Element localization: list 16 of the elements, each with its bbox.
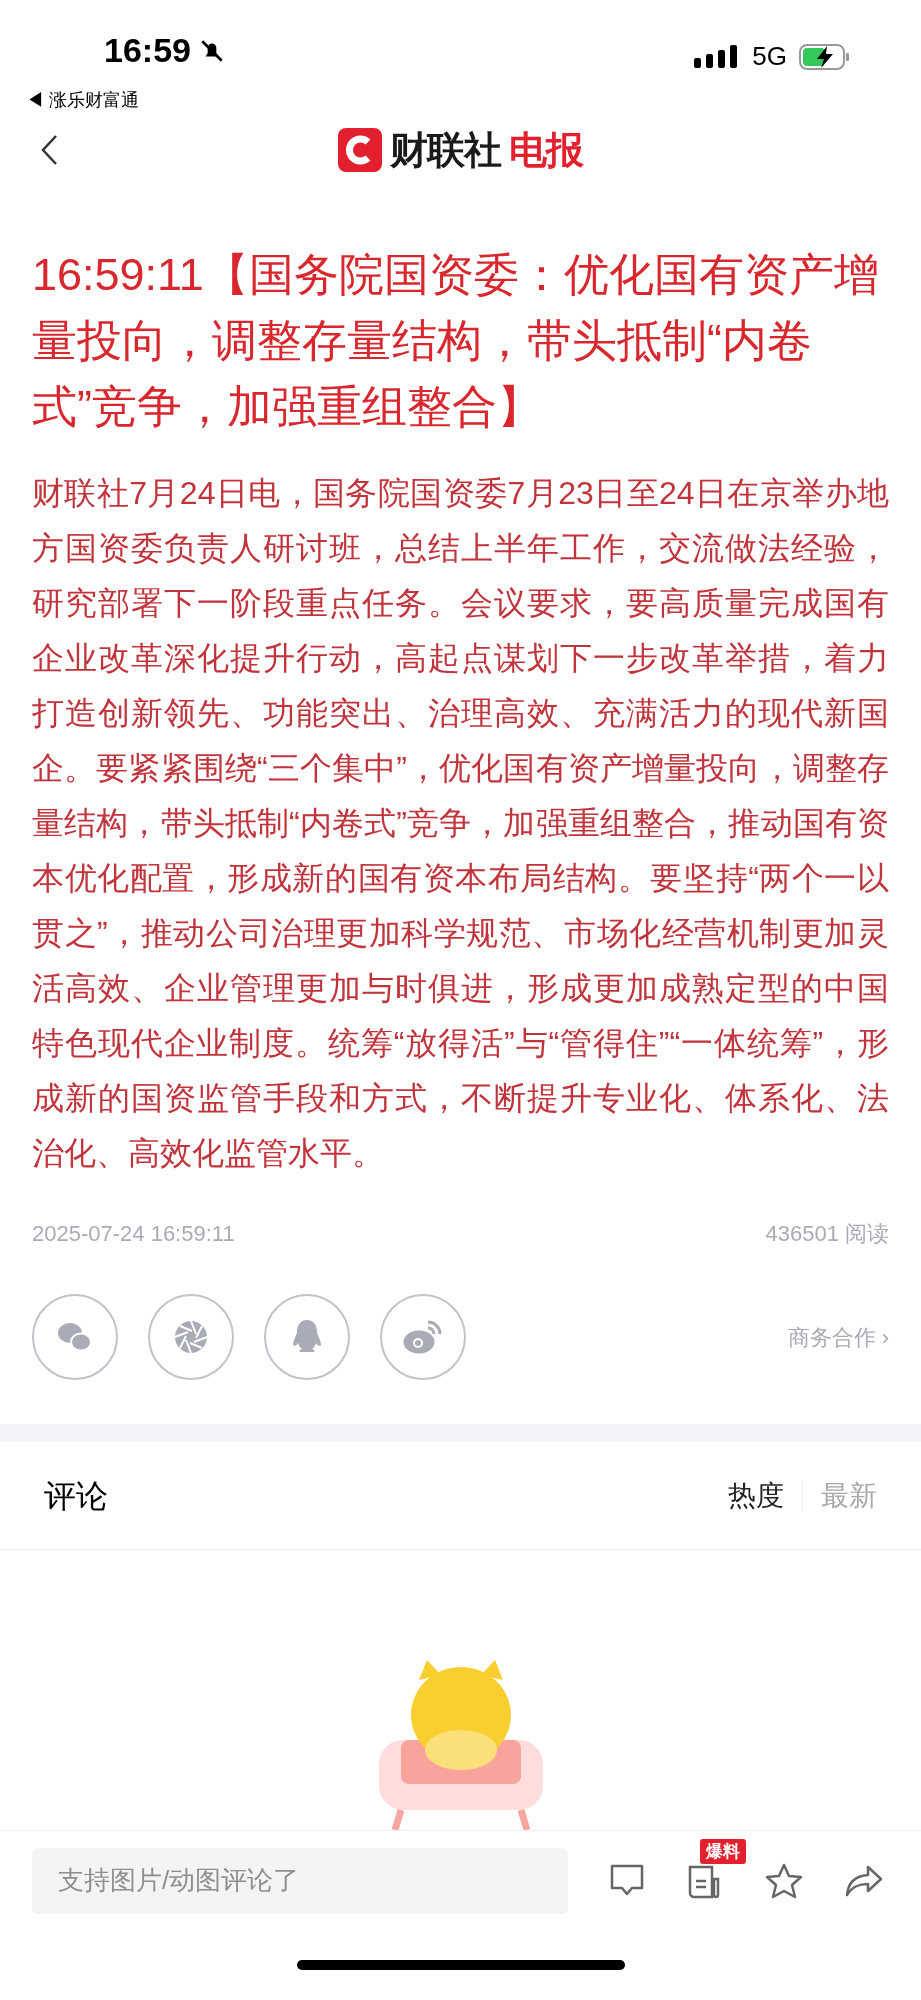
star-icon[interactable] xyxy=(764,1861,804,1900)
battery-charging-icon xyxy=(799,42,851,71)
read-count: 436501 阅读 xyxy=(765,1220,889,1248)
comments-title: 评论 xyxy=(44,1476,108,1516)
publish-date: 2025-07-24 16:59:11 xyxy=(32,1220,235,1248)
comment-input[interactable]: 支持图片/动图评论了 xyxy=(32,1847,568,1914)
network-label: 5G xyxy=(752,40,787,73)
headline: 16:59:11【国务院国资委：优化国有资产增量投向，调整存量结构，带头抵制“内卷式”竞争，加强重组整合】 xyxy=(32,248,880,434)
status-time: 16:59 xyxy=(104,30,191,71)
back-to-app-link[interactable]: ◀ 涨乐财富通 xyxy=(26,86,139,114)
article-body: 财联社7月24日电，国务院国资委7月23日至24日在京举办地方国资委负责人研讨班，总结上半年工作，交流做法经验，研究部署下一阶段重点任务。会议要求，要高质量完成国有企业改革深化提升行动，高起点谋划下一步改革举措，着力打造创新领先、功能突出、治理高效、充满活力的现代新国企。要紧紧围绕“三个集中”，优化国有资产增量投向，调整存量结构，带头抵制“内卷式”竞争，加强重组整合，推动国有资本优化配置，形成新的国有资本布局结构。要坚持“两个一以贯之”，推动公司治理更加科学规范、市场化经营机制更加灵活高效、企业管理更加与时俱进，形成更加成熟定型的中国特色现代企业制度。统筹“放得活”与“管得住”“一体统筹”，形成新的国资监管手段和方式，不断提升专业化、体系化、法治化、高效化监管水平。 xyxy=(32,474,889,1173)
logo-text: 财联社 xyxy=(389,127,501,173)
logo-icon xyxy=(337,128,382,172)
report-badge: 爆料 xyxy=(700,1838,746,1864)
logo-text: 电报 xyxy=(509,127,584,173)
sort-tab[interactable]: 热度 xyxy=(728,1474,784,1517)
